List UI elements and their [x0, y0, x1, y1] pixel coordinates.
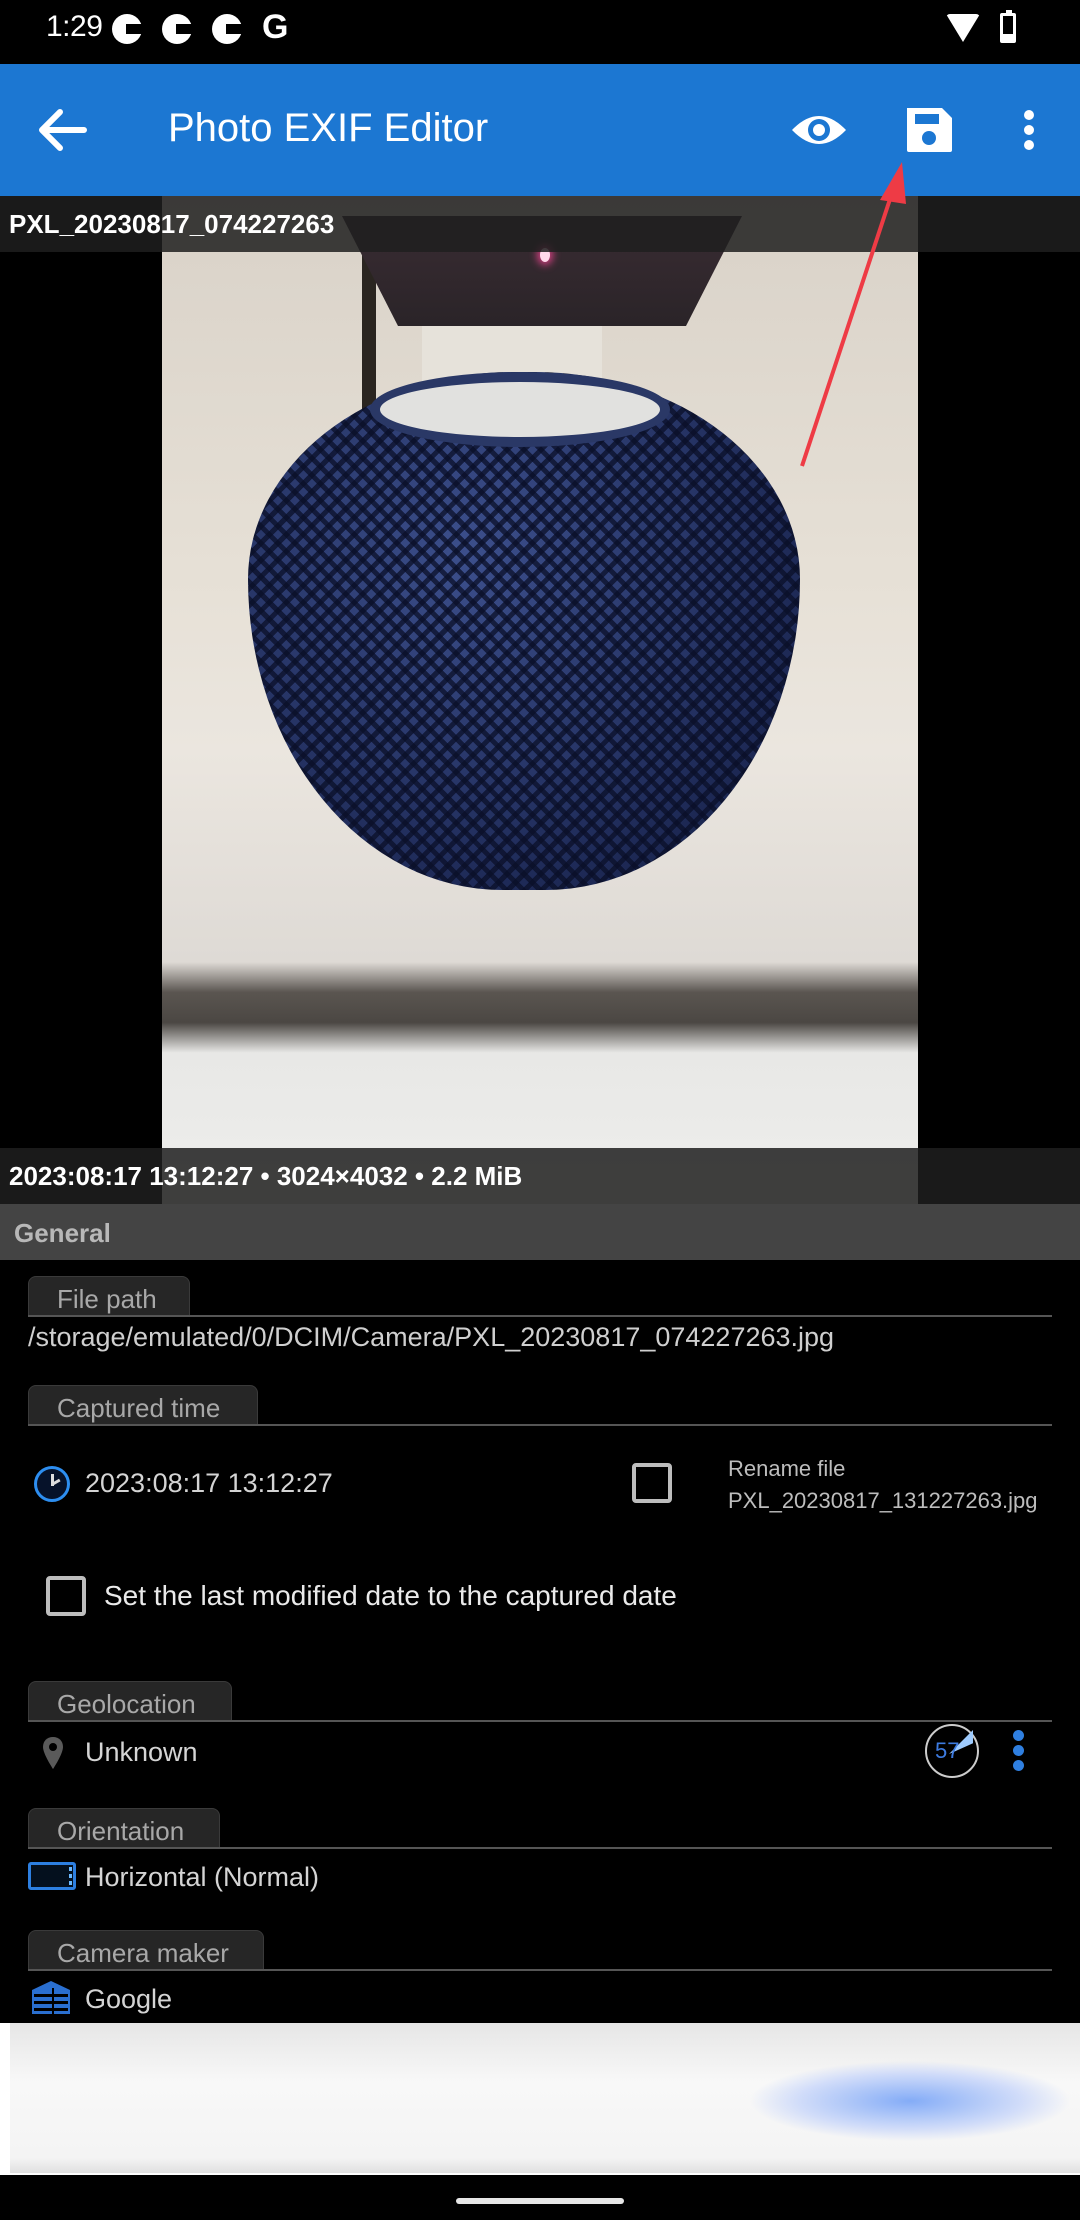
google-icon: G — [262, 8, 289, 46]
divider — [28, 1720, 1052, 1722]
compass-button[interactable]: 57 — [925, 1724, 979, 1778]
set-modified-date-label[interactable]: Set the last modified date to the captur… — [104, 1580, 677, 1612]
rename-file-name: PXL_20230817_131227263.jpg — [728, 1488, 1038, 1513]
eye-icon — [792, 116, 846, 144]
divider — [28, 1424, 1052, 1426]
dot — [1013, 1745, 1024, 1756]
battery-icon — [1000, 10, 1016, 43]
app-notification-icon — [112, 14, 142, 44]
dot — [1013, 1760, 1024, 1771]
file-path-value[interactable]: /storage/emulated/0/DCIM/Camera/PXL_2023… — [28, 1322, 834, 1353]
building-icon — [32, 1981, 70, 2014]
status-time: 1:29 — [46, 10, 103, 43]
save-button[interactable] — [896, 100, 962, 160]
more-options-button[interactable] — [1004, 100, 1054, 160]
geolocation-value[interactable]: Unknown — [85, 1737, 198, 1768]
dot — [1013, 1730, 1024, 1741]
divider — [28, 1847, 1052, 1849]
field-label-file-path: File path — [28, 1276, 190, 1316]
field-label-geolocation: Geolocation — [28, 1681, 232, 1721]
app-bar: Photo EXIF Editor — [0, 64, 1080, 196]
wifi-icon — [946, 14, 980, 42]
photo-preview[interactable]: PXL_20230817_074227263 2023:08:17 13:12:… — [0, 196, 1080, 1204]
section-header-general: General — [0, 1204, 1080, 1260]
photo-info-bar: 2023:08:17 13:12:27 • 3024×4032 • 2.2 Mi… — [0, 1148, 1080, 1204]
field-label-captured-time: Captured time — [28, 1385, 258, 1425]
rename-file-checkbox[interactable] — [632, 1463, 672, 1503]
photo-info: 2023:08:17 13:12:27 • 3024×4032 • 2.2 Mi… — [9, 1161, 523, 1191]
more-vert-icon — [1024, 110, 1034, 150]
app-notification-icon — [162, 14, 192, 44]
orientation-value[interactable]: Horizontal (Normal) — [85, 1862, 319, 1893]
save-icon — [907, 108, 952, 152]
status-bar: 1:29 G — [0, 0, 1080, 64]
orientation-icon — [28, 1862, 76, 1890]
section-title: General — [14, 1218, 111, 1248]
photo-image — [162, 196, 918, 1204]
divider — [28, 1969, 1052, 1971]
compass-value: 57 — [935, 1738, 960, 1763]
divider — [28, 1315, 1052, 1317]
gesture-nav-handle[interactable] — [456, 2198, 624, 2204]
ad-banner[interactable] — [0, 2023, 1080, 2175]
field-label-orientation: Orientation — [28, 1808, 220, 1848]
ad-content[interactable] — [10, 2023, 1080, 2173]
preview-button[interactable] — [786, 100, 852, 160]
clock-icon — [34, 1466, 70, 1502]
set-modified-date-checkbox[interactable] — [46, 1576, 86, 1616]
photo-filename-bar: PXL_20230817_074227263 — [0, 196, 1080, 252]
location-pin-icon — [43, 1737, 63, 1769]
camera-maker-value[interactable]: Google — [85, 1984, 172, 2015]
app-title: Photo EXIF Editor — [168, 106, 489, 150]
captured-time-value[interactable]: 2023:08:17 13:12:27 — [85, 1468, 333, 1499]
rename-file-label: Rename file — [728, 1456, 846, 1481]
photo-filename: PXL_20230817_074227263 — [9, 209, 335, 239]
arrow-left-icon — [39, 109, 87, 151]
back-button[interactable] — [30, 98, 94, 162]
geolocation-more-button[interactable] — [1006, 1730, 1032, 1774]
field-label-camera-maker: Camera maker — [28, 1930, 264, 1970]
app-notification-icon — [212, 14, 242, 44]
